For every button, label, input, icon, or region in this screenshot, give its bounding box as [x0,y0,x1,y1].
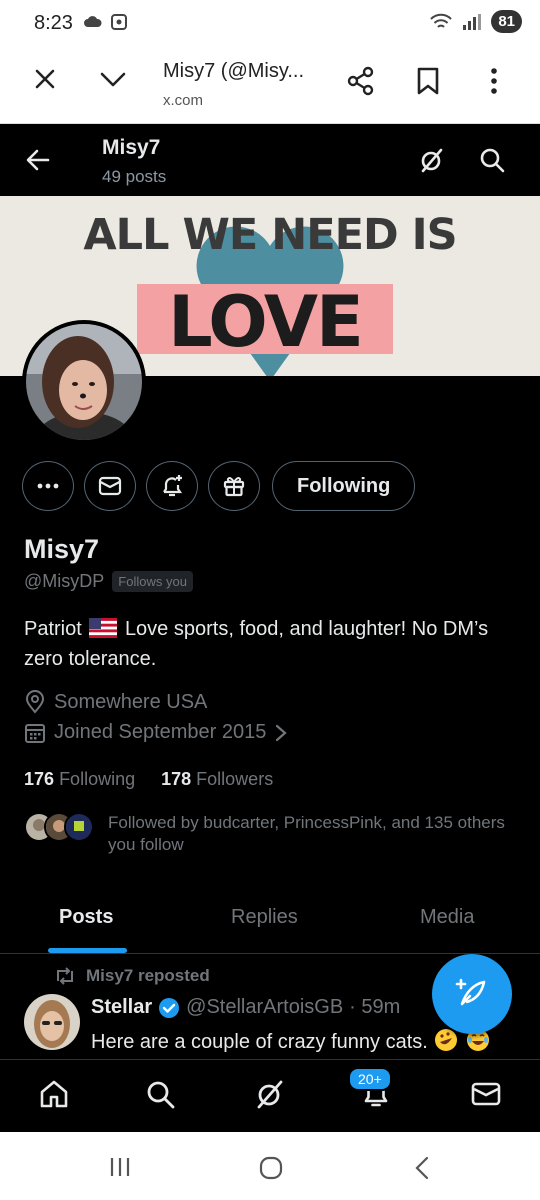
calendar-icon [24,722,46,744]
banner-text-top: ALL WE NEED IS [83,210,457,260]
back-icon[interactable] [412,1156,432,1180]
cloud-icon [84,15,102,29]
compose-button[interactable] [432,954,512,1034]
repost-label: Misy7 reposted [86,966,210,985]
grok-icon[interactable] [418,146,446,174]
following-count[interactable]: 176 Following [24,769,135,790]
profile-top-nav: Misy7 49 posts [0,124,540,196]
following-button[interactable]: Following [272,461,416,511]
bookmark-icon[interactable] [416,66,440,96]
back-arrow-icon[interactable] [24,146,52,174]
share-icon[interactable] [346,66,376,96]
notifications-badge: 20+ [348,1067,392,1091]
repost-icon [54,967,76,985]
profile-handle: @MisyDP [24,571,105,591]
screenshot-icon [110,13,128,31]
post-author-avatar[interactable] [24,994,80,1050]
search-icon[interactable] [144,1078,176,1110]
gift-button[interactable] [208,461,260,511]
notify-add-icon [159,473,185,499]
status-time: 8:23 [34,12,73,34]
message-button[interactable] [84,461,136,511]
tab-media[interactable]: Media [420,906,474,929]
mutual-avatars[interactable] [24,812,94,842]
profile-page: Misy7 49 posts ALL WE NEED IS LOVE Follo… [0,124,540,1132]
profile-joined: Joined September 2015 [54,721,267,743]
followers-count[interactable]: 178 Followers [161,769,273,790]
status-bar: 8:23 81 [0,0,540,44]
profile-location: Somewhere USA [54,690,208,713]
follows-you-badge: Follows you [112,571,193,592]
avatar[interactable] [22,320,146,444]
active-tab-indicator [48,948,127,953]
gift-icon [222,474,246,498]
post-text: Here are a couple of crazy funny cats. [91,1031,428,1053]
recents-icon[interactable] [108,1156,132,1178]
system-nav-bar [0,1132,540,1200]
browser-url[interactable]: x.com [163,92,203,109]
grok-icon[interactable] [254,1078,286,1110]
browser-toolbar: Misy7 (@Misy... x.com [0,44,540,124]
profile-name: Misy7 [24,534,100,564]
close-icon[interactable] [32,66,58,92]
more-icon [37,483,59,489]
browser-page-title: Misy7 (@Misy... [163,60,305,82]
mail-icon[interactable] [470,1078,502,1110]
notifications-button[interactable] [146,461,198,511]
us-flag-icon [89,618,118,638]
post-author-name[interactable]: Stellar [91,996,152,1019]
bottom-nav: 20+ [0,1059,540,1132]
chevron-down-icon[interactable] [98,66,128,92]
more-vert-icon[interactable] [484,66,504,96]
post-time: · 59m [349,996,401,1018]
header-name: Misy7 [102,136,161,159]
home-icon[interactable] [38,1078,70,1110]
more-button[interactable] [22,461,74,511]
profile-tabs: Posts Replies Media [0,894,540,954]
header-posts-count: 49 posts [102,167,167,186]
home-circle-icon[interactable] [258,1156,284,1180]
battery-indicator: 81 [491,10,522,33]
chevron-right-icon [274,723,288,743]
location-icon [24,690,46,714]
bio-prefix: Patriot [24,618,82,640]
signal-icon [461,13,483,31]
tab-posts[interactable]: Posts [59,906,113,929]
followed-by-text[interactable]: Followed by budcarter, PrincessPink, and… [108,812,508,856]
banner-text-love: LOVE [168,281,364,363]
profile-actions: Following [22,460,416,512]
compose-icon [454,976,490,1012]
rofl-emoji-icon [435,1029,458,1051]
mail-icon [98,475,122,497]
verified-icon [158,997,180,1019]
profile-bio: Patriot Love sports, food, and laughter!… [24,614,504,674]
post-author-handle[interactable]: @StellarArtoisGB [186,996,343,1019]
tab-replies[interactable]: Replies [231,906,298,929]
wifi-icon [429,13,453,31]
mutual-avatar [64,812,94,842]
search-icon[interactable] [478,146,506,174]
joined-row[interactable]: Joined September 2015 [24,721,288,744]
